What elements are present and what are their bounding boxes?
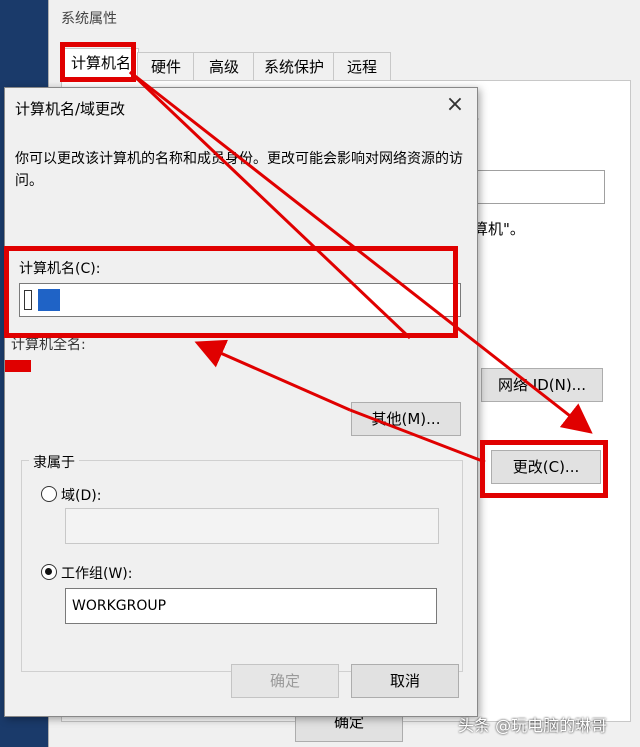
arrow-change-to-field bbox=[194, 339, 351, 412]
watermark: 头条 @玩电脑的琳哥 bbox=[458, 716, 608, 735]
annotation-arrows bbox=[128, 70, 593, 464]
arrow-change-segment bbox=[349, 408, 486, 464]
arrow-tab-to-change bbox=[129, 70, 593, 434]
arrow-tab-to-field bbox=[128, 70, 412, 340]
